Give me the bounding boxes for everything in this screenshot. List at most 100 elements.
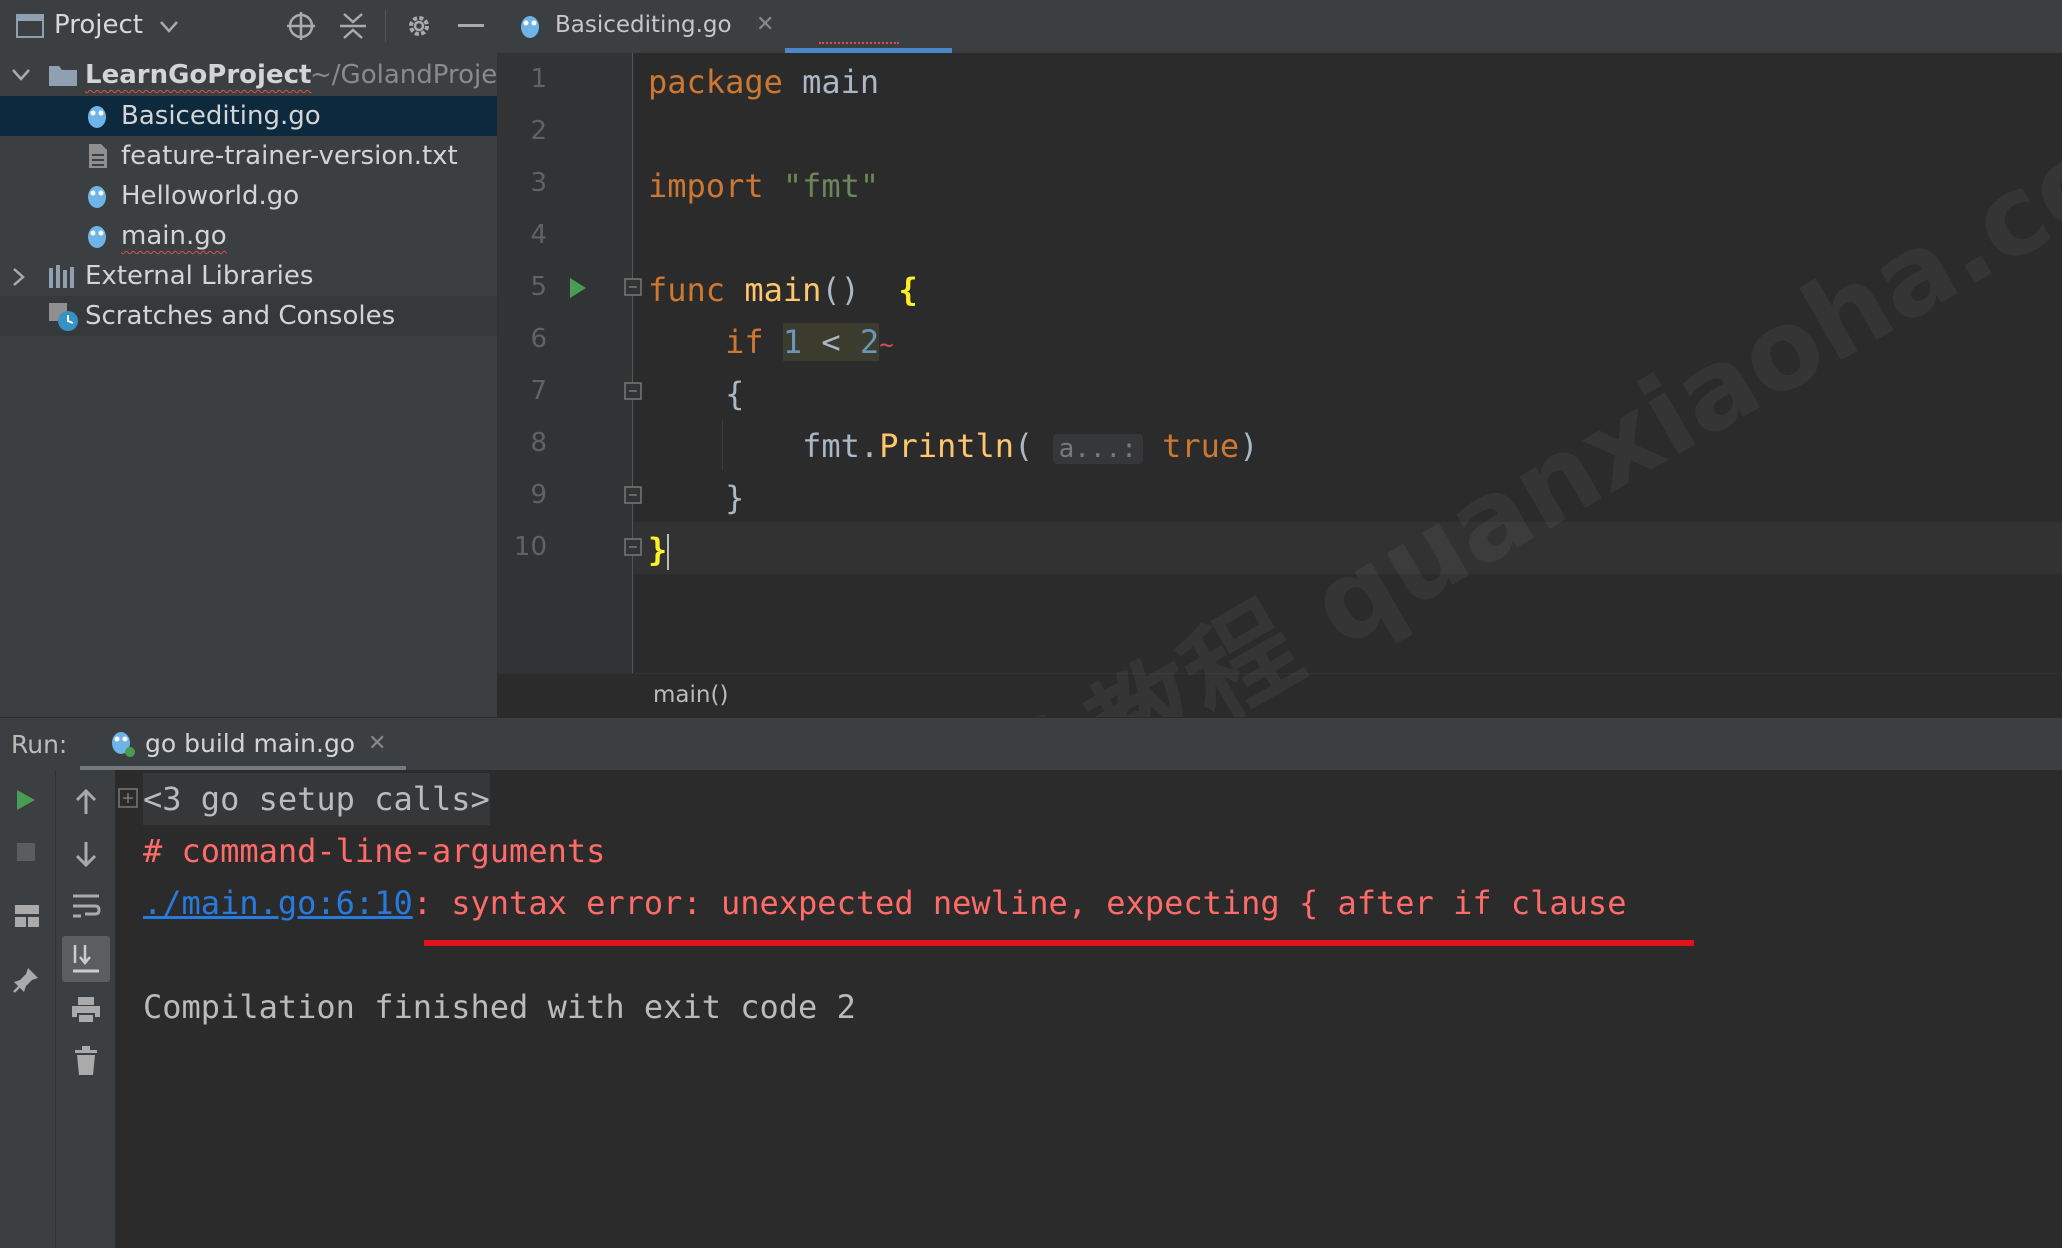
locate-file-icon[interactable]	[285, 10, 317, 42]
error-squiggle-icon: ~	[879, 331, 894, 359]
code-line-3[interactable]: import "fmt"	[648, 160, 879, 212]
fold-marker-icon[interactable]	[624, 538, 642, 556]
keyword: import	[648, 167, 764, 205]
brace: {	[898, 271, 918, 309]
project-root-name: LearnGoProject	[85, 60, 312, 90]
parameter-hint: a...:	[1052, 434, 1143, 464]
tree-item-helloworld[interactable]: Helloworld.go	[0, 176, 497, 216]
code-line-9[interactable]: }	[648, 472, 744, 524]
error-location-link[interactable]: ./main.go:6:10	[143, 884, 413, 922]
library-icon	[49, 265, 74, 288]
line-number: 10	[513, 532, 547, 562]
line-number: 1	[530, 64, 547, 94]
project-root-path: ~/GolandProjec	[310, 60, 512, 90]
gear-icon[interactable]	[403, 10, 435, 42]
keyword: func	[648, 271, 726, 309]
tree-item-main-go[interactable]: main.go	[0, 216, 497, 256]
text-file-icon	[89, 144, 107, 168]
fold-marker-icon[interactable]	[624, 278, 642, 296]
arrow-up-icon[interactable]	[74, 788, 98, 816]
external-libraries-label: External Libraries	[85, 261, 314, 291]
gutter-separator	[632, 53, 633, 673]
line-number: 8	[530, 428, 547, 458]
scroll-to-end-icon	[73, 945, 99, 973]
run-label: Run:	[11, 730, 68, 759]
tab-go-build[interactable]: go build main.go ✕	[80, 718, 406, 771]
console-actions-toolbar	[55, 770, 116, 1248]
tree-item-scratches[interactable]: Scratches and Consoles	[0, 296, 497, 336]
collapse-all-icon[interactable]	[338, 10, 368, 42]
console-error-line: ./main.go:6:10: syntax error: unexpected…	[143, 877, 1626, 929]
close-icon[interactable]: ✕	[756, 12, 774, 37]
soft-wrap-icon[interactable]	[71, 892, 101, 920]
run-tool-header: Run: go build main.go ✕	[0, 717, 2062, 771]
code-line-6[interactable]: if 1 < 2~	[648, 316, 894, 371]
scroll-to-end-button[interactable]	[62, 936, 110, 982]
paren: (	[1014, 427, 1034, 465]
package-ref: fmt.	[802, 427, 880, 465]
expand-icon[interactable]	[118, 788, 138, 808]
text-caret	[667, 534, 670, 570]
code-line-5[interactable]: func main() {	[648, 264, 918, 316]
chevron-down-icon[interactable]	[160, 20, 178, 34]
code-line-8[interactable]: fmt.Println( a...: true)	[648, 420, 1258, 475]
line-number: 5	[530, 272, 547, 302]
print-icon[interactable]	[71, 996, 101, 1024]
close-icon[interactable]: ✕	[368, 731, 386, 756]
breadcrumb-item[interactable]: main()	[653, 682, 728, 708]
operator: <	[821, 323, 841, 361]
line-number: 7	[530, 376, 547, 406]
run-gutter-icon[interactable]	[568, 276, 588, 300]
tab-label: Basicediting.go	[555, 12, 732, 38]
tab-basicediting[interactable]: Basicediting.go ✕	[519, 0, 839, 53]
brace: }	[725, 479, 745, 517]
minimize-icon[interactable]	[458, 24, 484, 28]
trash-icon[interactable]	[74, 1046, 98, 1076]
toolbar-separator	[385, 10, 386, 42]
line-number: 4	[530, 220, 547, 250]
scratches-icon	[49, 303, 78, 331]
project-toolbar: Project	[0, 0, 497, 53]
project-window-icon	[16, 14, 44, 38]
code-line-10[interactable]: }	[648, 524, 670, 576]
keyword: package	[648, 63, 783, 101]
keyword: if	[725, 323, 764, 361]
line-number: 9	[530, 480, 547, 510]
fold-marker-icon[interactable]	[624, 486, 642, 504]
go-build-icon	[112, 732, 135, 757]
file-name: main.go	[121, 221, 227, 251]
line-number: 6	[530, 324, 547, 354]
arrow-down-icon[interactable]	[74, 840, 98, 868]
editor-gutter	[497, 53, 633, 673]
file-name: Helloworld.go	[121, 181, 300, 211]
code-line-7[interactable]: {	[648, 368, 744, 420]
run-tab-label: go build main.go	[145, 729, 356, 758]
project-view-title[interactable]: Project	[54, 10, 143, 40]
tree-root[interactable]: LearnGoProject ~/GolandProjec	[0, 55, 512, 95]
rerun-icon[interactable]	[15, 788, 37, 812]
layout-icon[interactable]	[14, 904, 40, 928]
run-actions-toolbar	[0, 770, 55, 1248]
condition-highlight: 1 < 2	[782, 323, 880, 361]
stop-icon[interactable]	[16, 842, 36, 862]
chevron-right-icon[interactable]	[12, 268, 26, 286]
parens: ()	[821, 271, 860, 309]
pin-icon[interactable]	[12, 966, 40, 994]
editor-tab-bar: Basicediting.go ✕	[497, 0, 2062, 53]
function-call: Println	[879, 427, 1015, 465]
console-header: # command-line-arguments	[143, 832, 606, 870]
go-gopher-icon	[521, 16, 539, 38]
number: 1	[782, 323, 803, 361]
go-gopher-icon	[88, 186, 106, 208]
console-setup-calls[interactable]: <3 go setup calls>	[143, 773, 490, 825]
tree-item-feature-trainer[interactable]: feature-trainer-version.txt	[0, 136, 497, 176]
fold-marker-icon[interactable]	[624, 382, 642, 400]
file-name: feature-trainer-version.txt	[121, 141, 458, 171]
tree-item-basicediting[interactable]: Basicediting.go	[0, 96, 497, 136]
tree-item-external-libraries[interactable]: External Libraries	[0, 256, 497, 296]
line-number: 3	[530, 168, 547, 198]
chevron-down-icon[interactable]	[12, 68, 30, 82]
identifier: main	[802, 63, 880, 101]
code-line-1[interactable]: package main	[648, 56, 879, 108]
brace: }	[648, 531, 668, 569]
